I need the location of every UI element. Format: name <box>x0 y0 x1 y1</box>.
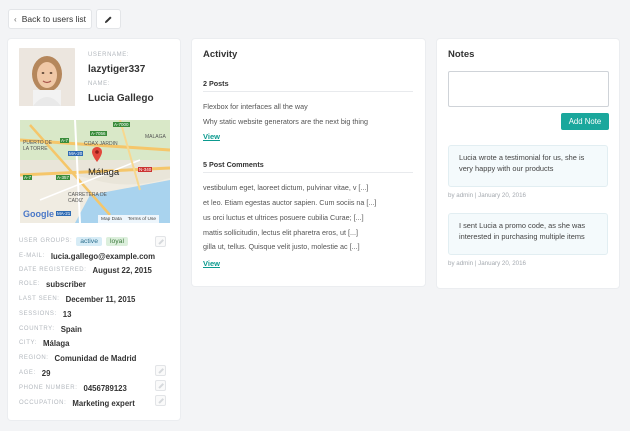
google-logo: Google <box>23 209 54 219</box>
field-label: REGION: <box>19 355 49 361</box>
tag-loyal[interactable]: loyal <box>105 236 128 246</box>
comment-item[interactable]: et leo. Etiam egestas auctor sapien. Cum… <box>203 198 376 207</box>
field-label: USER GROUPS: <box>19 238 73 244</box>
field-label: E-MAIL: <box>19 253 45 259</box>
map-label-puerto: PUERTO DE LA TORRE <box>23 140 52 152</box>
field-label: ROLE: <box>19 281 41 287</box>
field-country: COUNTRY: Spain <box>19 323 82 335</box>
divider <box>203 172 413 173</box>
road-n340: N-340 <box>138 167 153 172</box>
location-map[interactable]: PUERTO DE LA TORRE COAX JARDIN MALAGA Má… <box>20 120 170 223</box>
note-meta: by admin | January 20, 2016 <box>448 260 526 267</box>
comment-item[interactable]: mattis sollicitudin, lectus elit pharetr… <box>203 228 358 237</box>
edit-user-button[interactable] <box>96 9 121 29</box>
name-label: NAME: <box>88 81 111 87</box>
road-a357: A-357 <box>56 175 71 180</box>
chevron-left-icon: ‹ <box>14 14 17 24</box>
divider <box>203 91 413 92</box>
field-label: LAST SEEN: <box>19 296 60 302</box>
profile-card: USERNAME: lazytiger337 NAME: Lucia Galle… <box>8 39 180 420</box>
field-email: E-MAIL: lucia.gallego@example.com <box>19 250 155 262</box>
field-value: Comunidad de Madrid <box>54 353 137 363</box>
field-sessions: SESSIONS: 13 <box>19 308 71 320</box>
field-value: Marketing expert <box>72 398 135 408</box>
post-item[interactable]: Why static website generators are the ne… <box>203 117 368 126</box>
note-meta: by admin | January 20, 2016 <box>448 192 526 199</box>
road-ma21: MA-21 <box>56 211 72 216</box>
road-a7056: A-7056 <box>90 131 107 136</box>
avatar <box>19 48 75 106</box>
field-value: Spain <box>60 324 82 334</box>
posts-heading: 2 Posts <box>203 79 229 88</box>
field-value: August 22, 2015 <box>92 265 152 275</box>
field-last-seen: LAST SEEN: December 11, 2015 <box>19 293 135 305</box>
field-region: REGION: Comunidad de Madrid <box>19 352 136 364</box>
field-value: 13 <box>62 309 72 319</box>
username: lazytiger337 <box>88 64 146 75</box>
field-value: Málaga <box>43 338 70 348</box>
road-a7000: A-7000 <box>113 122 130 127</box>
pencil-icon <box>104 15 112 23</box>
edit-phone-button[interactable] <box>155 380 166 391</box>
field-phone-number: PHONE NUMBER: 0456789123 <box>19 382 127 394</box>
comment-item[interactable]: gilla ut, tellus. Quisque velit justo, m… <box>203 242 360 251</box>
field-label: DATE REGISTERED: <box>19 267 87 273</box>
field-age: AGE: 29 <box>19 367 50 379</box>
activity-title: Activity <box>203 49 238 60</box>
comment-item[interactable]: us orci luctus et ultrices posuere cubil… <box>203 213 364 222</box>
comments-heading: 5 Post Comments <box>203 160 264 169</box>
field-value: lucia.gallego@example.com <box>50 251 156 261</box>
field-value: 29 <box>41 368 51 378</box>
field-occupation: OCCUPATION: Marketing expert <box>19 397 135 409</box>
map-data-link[interactable]: Map Data <box>98 217 125 222</box>
username-label: USERNAME: <box>88 52 130 58</box>
field-label: COUNTRY: <box>19 326 55 332</box>
field-user-groups: USER GROUPS: active loyal <box>19 235 128 247</box>
note-textarea[interactable] <box>448 71 609 107</box>
comment-item[interactable]: vestibulum eget, laoreet dictum, pulvina… <box>203 183 368 192</box>
road-a7: A-7 <box>60 138 70 143</box>
back-to-users-button[interactable]: ‹ Back to users list <box>8 9 92 29</box>
note-item: Lucia wrote a testimonial for us, she is… <box>448 145 608 187</box>
full-name: Lucia Gallego <box>88 93 154 104</box>
map-marker-icon <box>92 147 102 162</box>
field-value: 0456789123 <box>83 383 127 393</box>
field-label: AGE: <box>19 370 36 376</box>
field-value: December 11, 2015 <box>65 294 136 304</box>
road-ma20: MA-20 <box>68 151 84 156</box>
field-date-registered: DATE REGISTERED: August 22, 2015 <box>19 264 152 276</box>
field-role: ROLE: subscriber <box>19 278 86 290</box>
map-label-carretera: CARRETERA DE CADIZ <box>68 192 107 204</box>
back-button-label: Back to users list <box>21 14 86 24</box>
map-label-malaga: Málaga <box>88 167 120 178</box>
tag-active[interactable]: active <box>76 236 102 246</box>
field-city: CITY: Málaga <box>19 337 69 349</box>
post-item[interactable]: Flexbox for interfaces all the way <box>203 102 308 111</box>
terms-of-use-link[interactable]: Terms of Use <box>125 217 159 222</box>
edit-age-button[interactable] <box>155 365 166 376</box>
view-posts-link[interactable]: View <box>203 132 220 141</box>
note-item: I sent Lucia a promo code, as she was in… <box>448 213 608 255</box>
field-label: SESSIONS: <box>19 311 57 317</box>
add-note-button[interactable]: Add Note <box>561 113 609 130</box>
edit-occupation-button[interactable] <box>155 395 166 406</box>
view-comments-link[interactable]: View <box>203 259 220 268</box>
field-label: PHONE NUMBER: <box>19 385 78 391</box>
edit-user-groups-button[interactable] <box>155 236 166 247</box>
map-label-malaga-upper: MALAGA <box>145 134 166 140</box>
field-label: CITY: <box>19 340 38 346</box>
road-a7-west: A-7 <box>23 175 33 180</box>
field-label: OCCUPATION: <box>19 400 67 406</box>
notes-title: Notes <box>448 49 475 60</box>
field-value: subscriber <box>46 279 86 289</box>
